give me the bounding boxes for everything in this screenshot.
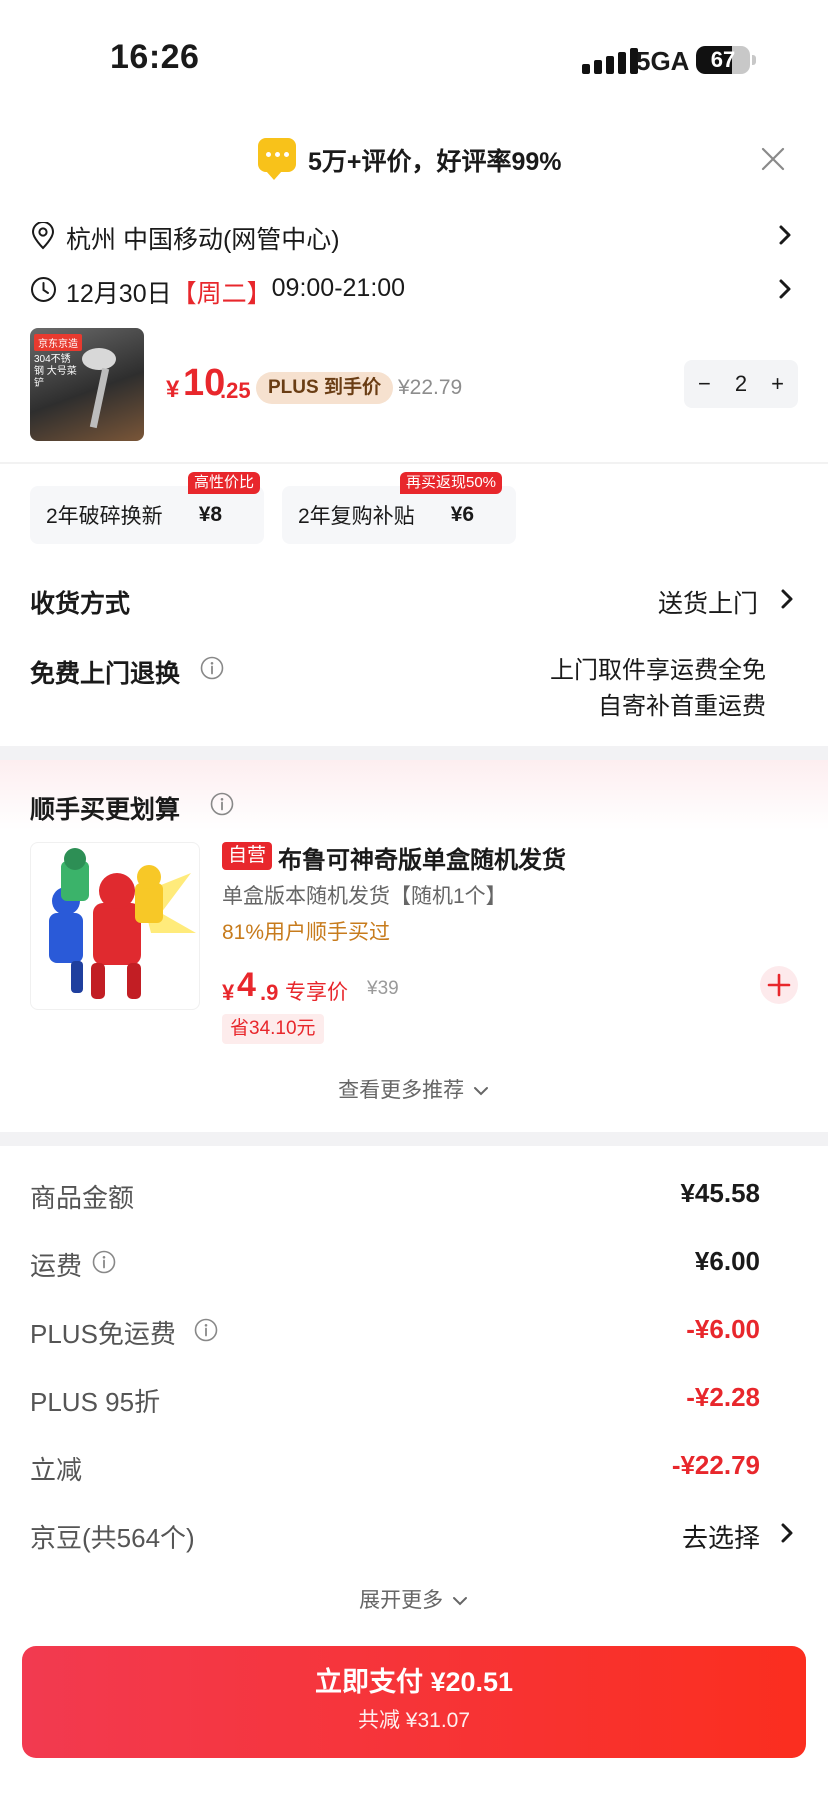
- recommend-original-price: ¥39: [367, 978, 399, 999]
- chevron-down-icon: [473, 1087, 488, 1096]
- increase-button[interactable]: +: [771, 371, 784, 397]
- summary-plus-freight-value: -¥6.00: [686, 1314, 760, 1344]
- product-thumbnail[interactable]: 京东京造 304不锈钢 大号菜铲: [30, 328, 144, 441]
- battery-icon: 67: [696, 46, 750, 74]
- service-badge: 再买返现50%: [400, 472, 503, 494]
- divider: [0, 462, 828, 464]
- chevron-right-icon[interactable]: [776, 1522, 798, 1544]
- thumb-caption: 304不锈钢 大号菜铲: [34, 354, 77, 389]
- review-banner-text: 5万+评价，好评率99%: [308, 148, 562, 176]
- address-text[interactable]: 杭州 中国移动(网管中心): [66, 220, 340, 256]
- saving-badge: 省34.10元: [222, 1014, 324, 1044]
- service-label: 2年破碎换新: [46, 505, 163, 528]
- spatula-head: [82, 348, 116, 370]
- more-recommendations-link[interactable]: 查看更多推荐: [0, 1074, 828, 1104]
- recommend-subtitle: 单盒版本随机发货【随机1个】: [222, 885, 507, 908]
- pay-now-label: 立即支付 ¥20.51: [314, 1667, 514, 1697]
- self-operated-badge: 自营: [222, 842, 273, 870]
- exclusive-price-label: 专享价: [285, 981, 348, 1004]
- chat-bubble-icon: [258, 138, 296, 180]
- delivery-date: 12月30日: [66, 280, 172, 308]
- price-symbol: ¥: [166, 376, 180, 403]
- total-saving-label: 共减 ¥31.07: [357, 1709, 471, 1732]
- shipping-method-value[interactable]: 送货上门: [658, 584, 758, 620]
- spatula-handle: [89, 367, 110, 429]
- delivery-weekday: 【周二】: [171, 280, 272, 308]
- recommend-price-symbol: ¥: [222, 980, 235, 1005]
- info-icon[interactable]: [194, 1318, 218, 1342]
- shipping-method-label: 收货方式: [30, 590, 131, 618]
- info-icon[interactable]: [92, 1250, 116, 1274]
- summary-freight-label: 运费: [30, 1251, 83, 1281]
- price-decimal: .25: [220, 378, 251, 403]
- quantity-value[interactable]: 2: [735, 371, 747, 397]
- chevron-right-icon[interactable]: [774, 278, 796, 300]
- service-label: 2年复购补贴: [298, 505, 415, 528]
- signal-icon: [582, 48, 638, 74]
- toy-figures-icon: [49, 848, 196, 999]
- thumb-brand-tag: 京东京造: [34, 334, 82, 351]
- service-card-breakage[interactable]: 2年破碎换新 ¥8: [30, 486, 264, 544]
- summary-goods-label: 商品金额: [30, 1183, 135, 1213]
- recommendation-heading: 顺手买更划算: [30, 796, 181, 824]
- delivery-time-text[interactable]: 12月30日 【周二】 09:00-21:00: [66, 274, 405, 310]
- expand-more-text: 展开更多: [359, 1589, 444, 1612]
- toy-product-image[interactable]: [30, 842, 200, 1010]
- location-pin-icon: [31, 222, 55, 250]
- summary-jingdou-label: 京豆(共564个): [30, 1523, 195, 1553]
- network-label: 5GA: [636, 46, 690, 76]
- return-line-1: 上门取件享运费全免: [550, 657, 766, 684]
- plus-price-badge: PLUS 到手价: [256, 372, 393, 404]
- chevron-right-icon[interactable]: [776, 588, 798, 610]
- plus-icon: [767, 973, 791, 997]
- summary-freight-value: ¥6.00: [694, 1246, 760, 1276]
- battery-nub: [752, 55, 756, 65]
- decrease-button[interactable]: −: [698, 371, 711, 397]
- summary-goods-value: ¥45.58: [680, 1178, 760, 1208]
- pay-now-button[interactable]: 立即支付 ¥20.51 共减 ¥31.07: [22, 1646, 806, 1758]
- expand-more-link[interactable]: 展开更多: [0, 1584, 828, 1614]
- service-card-rebuy[interactable]: 2年复购补贴 ¥6: [282, 486, 516, 544]
- recommend-title[interactable]: 布鲁可神奇版单盒随机发货: [278, 840, 566, 875]
- summary-plus-freight-label: PLUS免运费: [30, 1319, 176, 1349]
- recommend-users: 81%用户顺手买过: [222, 921, 391, 944]
- service-badge: 高性价比: [188, 472, 261, 494]
- section-divider: [0, 746, 828, 760]
- jingdou-select-link[interactable]: 去选择: [682, 1518, 760, 1555]
- delivery-window: 09:00-21:00: [271, 274, 406, 302]
- info-icon[interactable]: [210, 792, 234, 816]
- service-amount: ¥8: [198, 503, 223, 526]
- clock-icon: [31, 277, 56, 302]
- summary-plus-discount-value: -¥2.28: [686, 1382, 760, 1412]
- return-line-2: 自寄补首重运费: [598, 693, 766, 720]
- status-time: 16:26: [110, 38, 200, 76]
- summary-plus-discount-label: PLUS 95折: [30, 1387, 161, 1417]
- close-icon[interactable]: [758, 144, 788, 174]
- section-divider: [0, 1132, 828, 1146]
- chevron-down-icon: [452, 1597, 467, 1606]
- original-price: ¥22.79: [398, 376, 463, 399]
- summary-instant-discount-label: 立减: [30, 1455, 83, 1485]
- free-return-label: 免费上门退换: [30, 660, 181, 688]
- service-amount: ¥6: [450, 503, 475, 526]
- add-to-order-button[interactable]: [760, 966, 798, 1004]
- recommend-price-integer: 4: [237, 966, 256, 1004]
- quantity-stepper: − 2 +: [684, 360, 798, 408]
- price-integer: 10: [183, 362, 226, 404]
- summary-instant-discount-value: -¥22.79: [671, 1450, 760, 1480]
- battery-level: 67: [710, 47, 736, 72]
- chevron-right-icon[interactable]: [774, 224, 796, 246]
- more-recommendations-text: 查看更多推荐: [338, 1079, 465, 1102]
- recommend-price-decimal: .9: [260, 980, 279, 1005]
- info-icon[interactable]: [200, 656, 224, 680]
